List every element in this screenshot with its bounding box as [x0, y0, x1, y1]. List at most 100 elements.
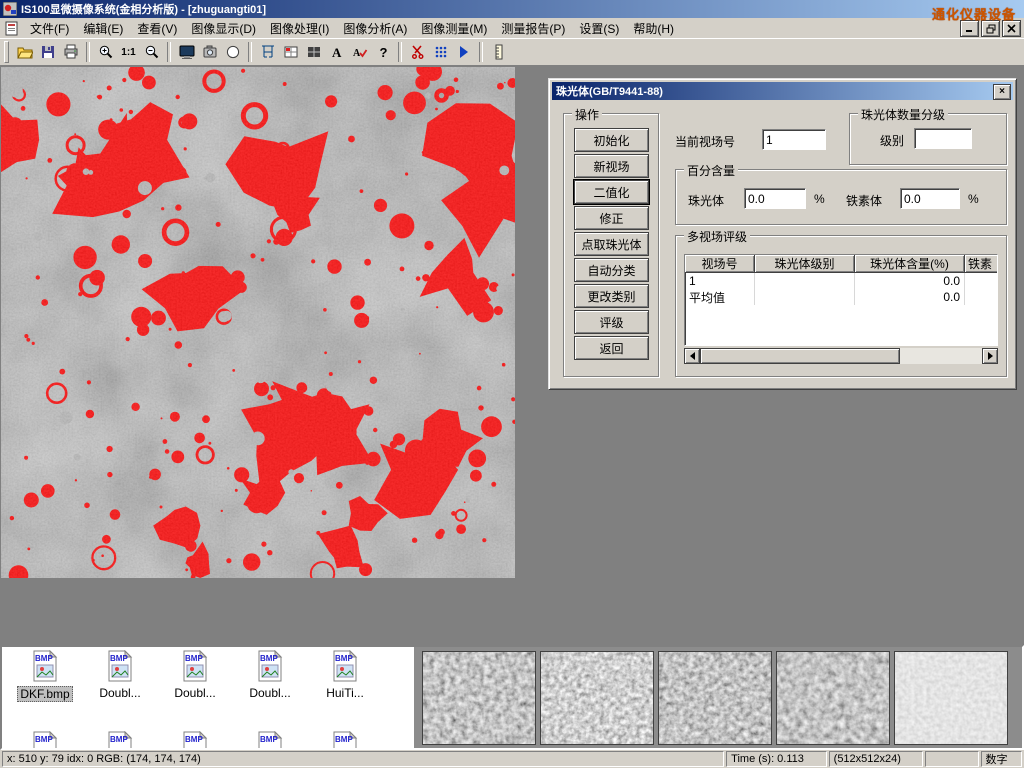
bmp-file-icon: BMP	[181, 731, 209, 750]
file-item[interactable]: BMP Doubl...	[235, 650, 305, 700]
file-item[interactable]: BMP DKF.bmp	[10, 650, 80, 702]
file-item[interactable]: BMP	[85, 731, 155, 750]
micrograph-image[interactable]	[1, 67, 515, 578]
svg-text:BMP: BMP	[110, 735, 128, 744]
file-item[interactable]: BMP	[10, 731, 80, 750]
actual-size-icon[interactable]: 1:1	[117, 41, 140, 63]
bmp-file-icon: BMP	[106, 650, 134, 682]
menu-item-edit[interactable]: 编辑(E)	[76, 19, 130, 38]
pick-pearlite-button[interactable]: 点取珠光体	[574, 232, 649, 256]
image-thumbnail[interactable]	[894, 651, 1008, 745]
save-icon[interactable]	[36, 41, 59, 63]
menu-item-image-processing[interactable]: 图像处理(I)	[263, 19, 336, 38]
current-view-input[interactable]	[762, 129, 826, 150]
menu-item-image-display[interactable]: 图像显示(D)	[184, 19, 263, 38]
file-item[interactable]: BMP Doubl...	[85, 650, 155, 700]
binarize-button[interactable]: 二值化	[574, 180, 649, 204]
file-name[interactable]: HuiTi...	[324, 686, 366, 700]
ferrite-label: 铁素体	[846, 192, 882, 209]
file-item[interactable]: BMP	[310, 731, 380, 750]
measure-grid-icon[interactable]	[279, 41, 302, 63]
pearlite-label: 珠光体	[688, 192, 724, 209]
svg-text:BMP: BMP	[335, 654, 353, 663]
initialize-button[interactable]: 初始化	[574, 128, 649, 152]
svg-text:BMP: BMP	[260, 654, 278, 663]
scroll-left-button[interactable]	[684, 348, 700, 364]
table-horizontal-scrollbar[interactable]	[684, 348, 998, 364]
blue-grid-icon[interactable]	[429, 41, 452, 63]
toolbar-grip[interactable]	[4, 41, 9, 63]
font-check-icon[interactable]: A	[348, 41, 371, 63]
ruler-icon[interactable]	[487, 41, 510, 63]
table-row[interactable]: 平均值 0.0	[685, 289, 997, 305]
toolbar-separator	[479, 42, 483, 62]
file-name[interactable]: Doubl...	[247, 686, 292, 700]
dialog-close-button[interactable]: ×	[993, 84, 1011, 100]
column-header-level[interactable]: 珠光体级别	[755, 255, 855, 273]
return-button[interactable]: 返回	[574, 336, 649, 360]
capture-icon[interactable]	[175, 41, 198, 63]
operation-group: 操作 初始化 新视场 二值化 修正 点取珠光体 自动分类 更改类别 评级 返回	[563, 113, 659, 377]
table-row[interactable]: 1 0.0	[685, 273, 997, 289]
multi-view-table[interactable]: 视场号 珠光体级别 珠光体含量(%) 铁素 1 0.0 平均值 0.0	[684, 254, 998, 346]
menu-item-measure-report[interactable]: 测量报告(P)	[494, 19, 572, 38]
image-thumbnail[interactable]	[540, 651, 654, 745]
level-label: 级别	[880, 132, 904, 149]
print-icon[interactable]	[59, 41, 82, 63]
toolbar: 1:1 A A ?	[0, 38, 1024, 66]
zoom-out-icon[interactable]	[140, 41, 163, 63]
live-view-icon[interactable]	[221, 41, 244, 63]
menu-item-help[interactable]: 帮助(H)	[626, 19, 681, 38]
file-item[interactable]: BMP HuiTi...	[310, 650, 380, 700]
level-input[interactable]	[914, 128, 972, 149]
toolbar-separator	[167, 42, 171, 62]
change-class-button[interactable]: 更改类别	[574, 284, 649, 308]
image-thumbnail[interactable]	[658, 651, 772, 745]
ferrite-percent-input[interactable]	[900, 188, 960, 209]
mdi-document-icon[interactable]	[4, 21, 20, 36]
bmp-file-icon: BMP	[331, 731, 359, 750]
camera-icon[interactable]	[198, 41, 221, 63]
new-field-button[interactable]: 新视场	[574, 154, 649, 178]
svg-text:BMP: BMP	[35, 735, 53, 744]
calipers-icon[interactable]	[256, 41, 279, 63]
dialog-title: 珠光体(GB/T9441-88)	[556, 83, 663, 99]
file-name[interactable]: DKF.bmp	[17, 686, 72, 702]
zoom-in-icon[interactable]	[94, 41, 117, 63]
dialog-title-bar[interactable]: 珠光体(GB/T9441-88) ×	[552, 82, 1013, 100]
column-header-ferrite[interactable]: 铁素	[965, 255, 998, 273]
file-item[interactable]: BMP	[160, 731, 230, 750]
scroll-right-button[interactable]	[982, 348, 998, 364]
correct-button[interactable]: 修正	[574, 206, 649, 230]
menu-item-settings[interactable]: 设置(S)	[572, 19, 626, 38]
current-view-label: 当前视场号	[675, 133, 735, 150]
bmp-file-icon: BMP	[31, 650, 59, 682]
open-icon[interactable]	[13, 41, 36, 63]
menu-item-image-measure[interactable]: 图像测量(M)	[414, 19, 494, 38]
file-name[interactable]: Doubl...	[172, 686, 217, 700]
file-item[interactable]: BMP Doubl...	[160, 650, 230, 700]
help-icon[interactable]: ?	[371, 41, 394, 63]
image-thumbnail[interactable]	[422, 651, 536, 745]
title-bar: IS100显微摄像系统(金相分析版) - [zhuguangti01]	[0, 0, 1024, 18]
status-position: x: 510 y: 79 idx: 0 RGB: (174, 174, 174)	[2, 751, 724, 767]
text-annotation-icon[interactable]: A	[325, 41, 348, 63]
column-header-view[interactable]: 视场号	[685, 255, 755, 273]
pearlite-percent-input[interactable]	[744, 188, 806, 209]
menu-item-view[interactable]: 查看(V)	[130, 19, 184, 38]
scrollbar-thumb[interactable]	[700, 348, 900, 364]
auto-classify-button[interactable]: 自动分类	[574, 258, 649, 282]
file-name[interactable]: Doubl...	[97, 686, 142, 700]
menu-item-file[interactable]: 文件(F)	[23, 19, 76, 38]
image-thumbnail[interactable]	[776, 651, 890, 745]
menu-item-image-analysis[interactable]: 图像分析(A)	[336, 19, 414, 38]
cut-icon[interactable]	[406, 41, 429, 63]
dark-grid-icon[interactable]	[302, 41, 325, 63]
blue-pointer-icon[interactable]	[452, 41, 475, 63]
column-header-pearlite[interactable]: 珠光体含量(%)	[855, 255, 965, 273]
file-item[interactable]: BMP	[235, 731, 305, 750]
thumbnail-strip	[414, 647, 1022, 748]
file-browser-panel: BMP DKF.bmp BMP Doubl... BMP Doubl... BM…	[0, 645, 1024, 750]
window-title: IS100显微摄像系统(金相分析版) - [zhuguangti01]	[21, 1, 266, 17]
grade-button[interactable]: 评级	[574, 310, 649, 334]
